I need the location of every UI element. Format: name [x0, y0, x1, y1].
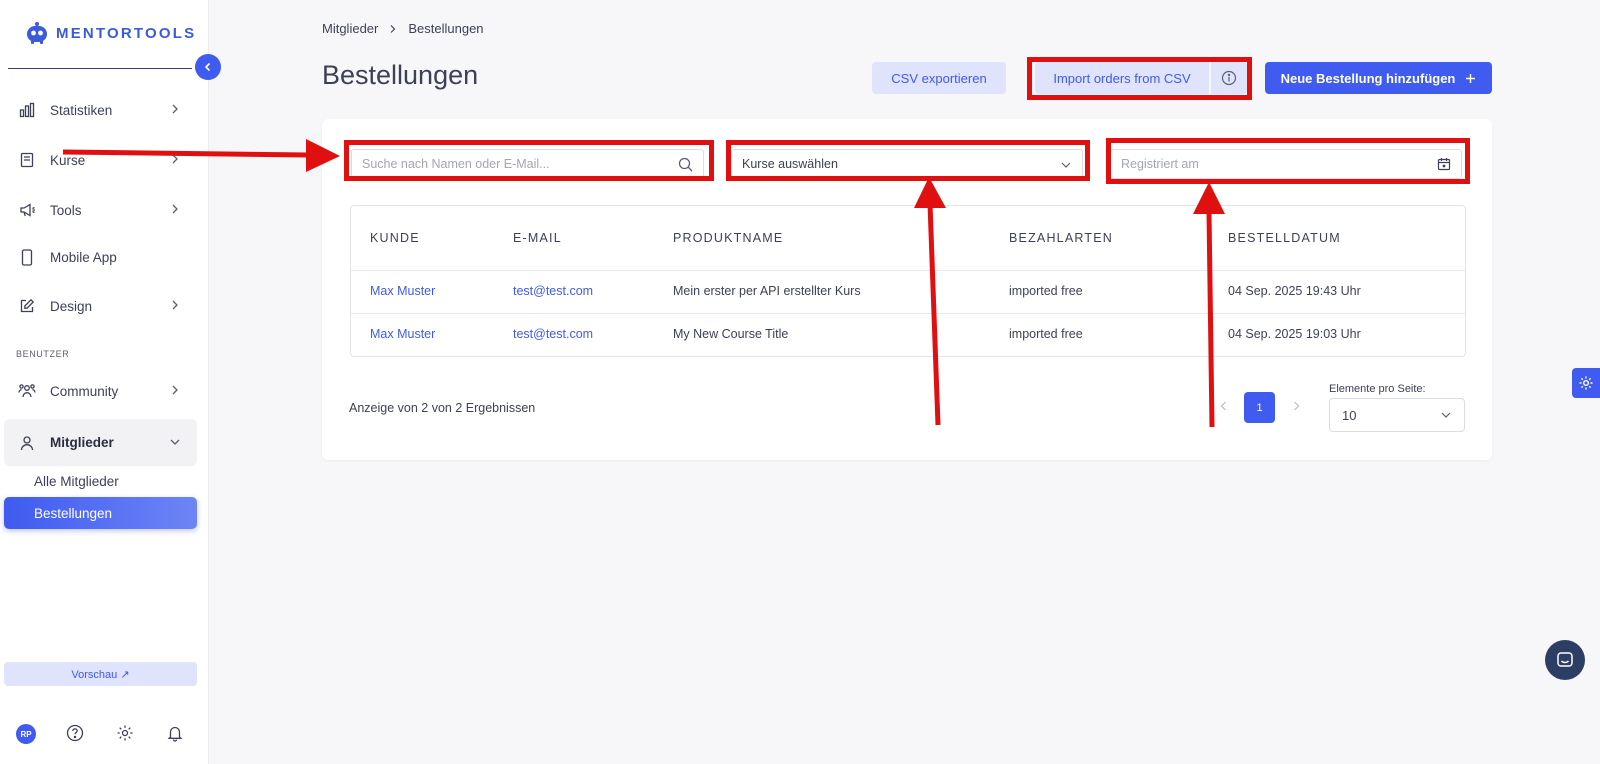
chevron-right-icon [390, 24, 396, 33]
gear-icon[interactable] [116, 724, 134, 742]
users-icon [18, 382, 36, 400]
product-name: My New Course Title [673, 327, 789, 341]
per-page-label: Elemente pro Seite: [1329, 383, 1426, 395]
phone-icon [18, 248, 36, 266]
column-header-produktname[interactable]: PRODUKTNAME [673, 231, 783, 245]
new-order-label: Neue Bestellung hinzufügen [1280, 70, 1456, 86]
user-icon [18, 434, 36, 452]
sidebar-item-design[interactable]: Design [4, 284, 197, 328]
sidebar-item-community[interactable]: Community [4, 369, 197, 413]
payment-method: imported free [1009, 284, 1083, 298]
divider [8, 68, 192, 69]
bar-chart-icon [18, 101, 36, 119]
email-link[interactable]: test@test.com [513, 284, 593, 298]
breadcrumb-current: Bestellungen [408, 21, 484, 36]
page-button-current[interactable]: 1 [1244, 392, 1275, 423]
column-header-bestelldatum[interactable]: BESTELLDATUM [1228, 231, 1341, 245]
payment-method: imported free [1009, 327, 1083, 341]
column-header-kunde[interactable]: KUNDE [370, 231, 420, 245]
sidebar-item-label: Mitglieder [50, 435, 114, 450]
row-divider [350, 270, 1466, 271]
sidebar-item-tools[interactable]: Tools [4, 188, 197, 232]
annotation-box-import [1027, 57, 1252, 100]
breadcrumb: Mitglieder Bestellungen [322, 21, 484, 36]
sidebar-item-mobile-app[interactable]: Mobile App [4, 235, 197, 279]
avatar[interactable]: RP [16, 724, 36, 744]
sidebar-item-label: Tools [50, 202, 82, 218]
brand-name: MENTORTOOLS [56, 24, 197, 42]
chevron-right-icon [172, 104, 178, 114]
chat-icon [1557, 652, 1573, 667]
sidebar-item-label: Mobile App [50, 249, 117, 265]
order-date: 04 Sep. 2025 19:03 Uhr [1228, 327, 1361, 341]
help-icon[interactable] [66, 724, 84, 742]
sidebar-item-label: Statistiken [50, 102, 113, 118]
collapse-sidebar-button[interactable] [195, 54, 221, 80]
column-header-bezahlarten[interactable]: BEZAHLARTEN [1009, 231, 1113, 245]
chevron-right-icon [172, 154, 178, 164]
bell-icon[interactable] [166, 724, 184, 742]
sidebar-item-kurse[interactable]: Kurse [4, 138, 197, 182]
page-title: Bestellungen [322, 60, 479, 90]
megaphone-icon [18, 201, 36, 219]
pencil-icon [18, 297, 36, 315]
sidebar-item-mitglieder[interactable]: Mitglieder [4, 419, 197, 466]
chevron-right-icon [172, 300, 178, 310]
chevron-down-icon [1441, 412, 1451, 418]
chevron-right-icon[interactable] [1291, 400, 1301, 412]
sidebar: MENTORTOOLS Statistiken Kurse Tools Mobi… [0, 0, 209, 764]
per-page-select[interactable]: 10 [1329, 398, 1465, 432]
email-link[interactable]: test@test.com [513, 327, 593, 341]
section-label-benutzer: BENUTZER [16, 349, 70, 359]
chevron-left-icon [204, 62, 211, 72]
chevron-left-icon[interactable] [1219, 400, 1229, 412]
sidebar-subitem-bestellungen[interactable]: Bestellungen [4, 497, 197, 529]
annotation-box-course [726, 140, 1090, 181]
results-count: Anzeige von 2 von 2 Ergebnissen [349, 401, 536, 415]
sidebar-item-label: Community [50, 383, 119, 399]
chevron-down-icon [170, 439, 180, 445]
logo[interactable]: MENTORTOOLS [24, 20, 196, 46]
sidebar-item-label: Kurse [50, 152, 86, 168]
chevron-right-icon [172, 385, 178, 395]
plus-icon [1466, 73, 1476, 83]
new-order-button[interactable]: Neue Bestellung hinzufügen [1265, 62, 1492, 94]
sidebar-item-statistiken[interactable]: Statistiken [4, 88, 197, 132]
csv-export-button[interactable]: CSV exportieren [872, 62, 1006, 94]
order-date: 04 Sep. 2025 19:43 Uhr [1228, 284, 1361, 298]
chevron-right-icon [172, 204, 178, 214]
annotation-box-date [1106, 138, 1470, 184]
customer-link[interactable]: Max Muster [370, 327, 435, 341]
sidebar-subitem-alle-mitglieder[interactable]: Alle Mitglieder [4, 465, 197, 497]
row-divider [350, 313, 1466, 314]
product-name: Mein erster per API erstellter Kurs [673, 284, 861, 298]
book-icon [18, 151, 36, 169]
robot-logo-icon [27, 22, 47, 44]
column-header-email[interactable]: E-MAIL [513, 231, 562, 245]
sidebar-footer: RP [0, 724, 209, 748]
gear-icon [1579, 376, 1593, 390]
annotation-box-search [344, 140, 714, 181]
per-page-value: 10 [1342, 407, 1357, 423]
settings-tab-button[interactable] [1572, 368, 1600, 398]
preview-button[interactable]: Vorschau ↗ [4, 662, 197, 686]
chat-launcher-button[interactable] [1545, 640, 1585, 680]
customer-link[interactable]: Max Muster [370, 284, 435, 298]
sidebar-item-label: Design [50, 298, 93, 314]
breadcrumb-parent[interactable]: Mitglieder [322, 21, 378, 36]
